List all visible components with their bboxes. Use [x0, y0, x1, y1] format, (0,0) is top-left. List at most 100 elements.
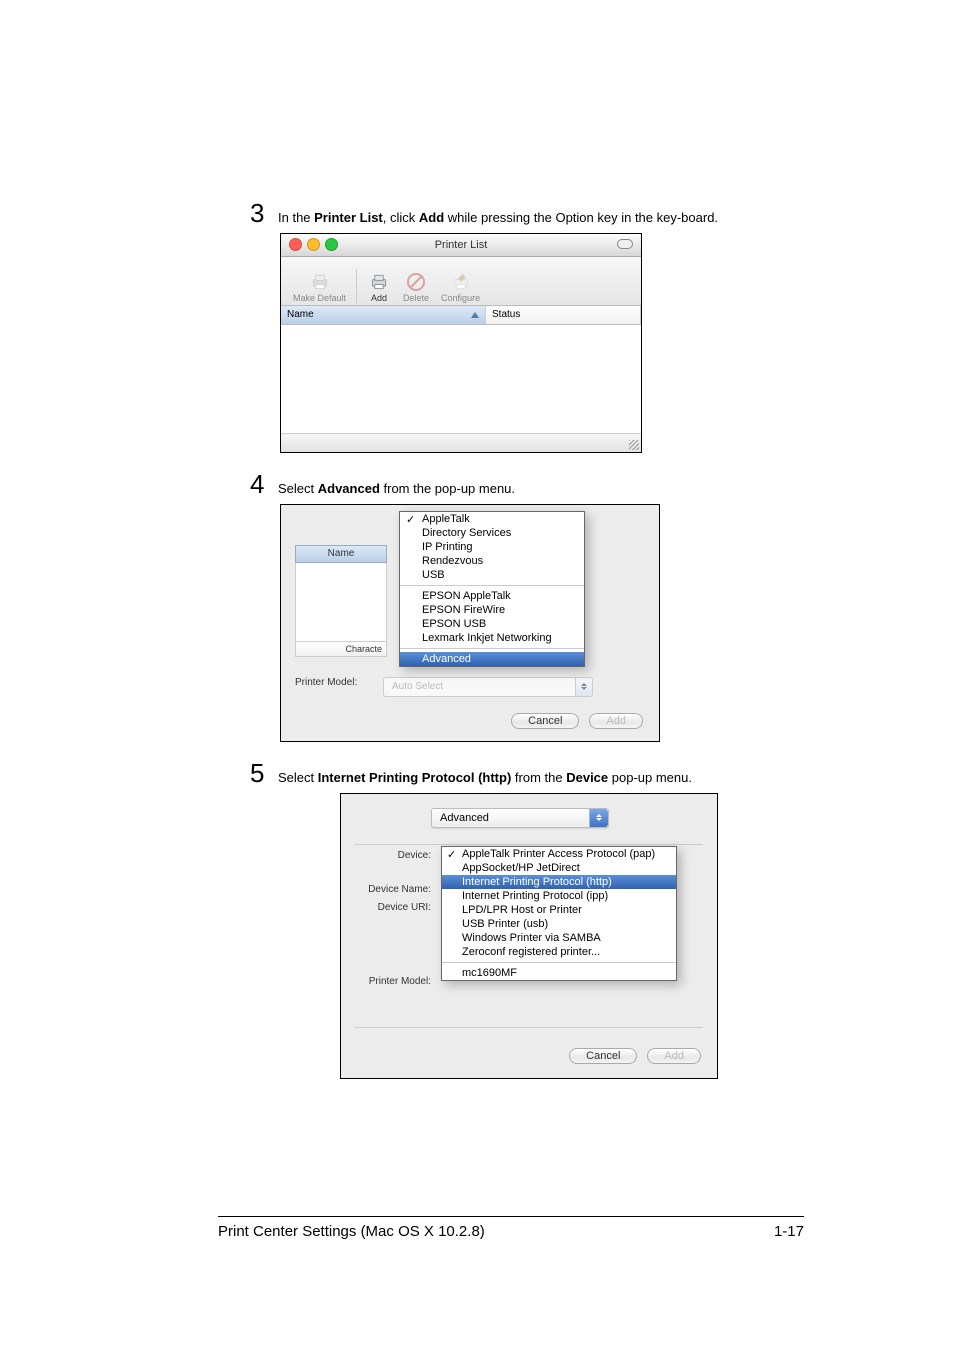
footer-page-number: 1-17	[774, 1223, 804, 1240]
menu-item-label: Internet Printing Protocol (ipp)	[462, 890, 608, 902]
menu-item[interactable]: EPSON USB	[400, 617, 584, 631]
step3-b2: Add	[419, 210, 444, 225]
configure-label: Configure	[441, 293, 480, 303]
name-list-area	[295, 563, 387, 642]
printer-list-window: Printer List Make Default Add	[280, 233, 642, 453]
menu-item[interactable]: USB	[400, 568, 584, 582]
connection-combo[interactable]: Advanced	[431, 808, 609, 828]
sort-ascending-icon	[471, 312, 479, 318]
menu-item-label: Zeroconf registered printer...	[462, 946, 600, 958]
step3-pre: In the	[278, 210, 314, 225]
menu-item[interactable]: USB Printer (usb)	[442, 917, 676, 931]
menu-item[interactable]: ✓AppleTalk	[400, 512, 584, 526]
step5-pre: Select	[278, 770, 318, 785]
column-name[interactable]: Name	[281, 306, 486, 324]
column-headers: Name Status	[281, 306, 641, 325]
menu-item-label: EPSON FireWire	[422, 604, 505, 616]
menu-item-label: EPSON AppleTalk	[422, 590, 511, 602]
step4-b1: Advanced	[318, 481, 380, 496]
menu-item[interactable]: mc1690MF	[442, 966, 676, 980]
menu-item-label: Rendezvous	[422, 555, 483, 567]
stepper-icon	[575, 678, 592, 696]
column-name-label: Name	[287, 309, 314, 320]
menu-item[interactable]: Rendezvous	[400, 554, 584, 568]
menu-item[interactable]: Advanced	[400, 652, 584, 666]
menu-item[interactable]: Lexmark Inkjet Networking	[400, 631, 584, 645]
character-label: Characte	[295, 642, 387, 657]
titlebar[interactable]: Printer List	[281, 234, 641, 257]
connection-combo-value: Advanced	[440, 812, 489, 824]
step-5-text: Select Internet Printing Protocol (http)…	[278, 760, 692, 787]
step3-b1: Printer List	[314, 210, 383, 225]
check-icon: ✓	[447, 848, 456, 861]
toolbar-toggle-icon[interactable]	[617, 239, 633, 249]
device-popup-menu[interactable]: ✓ AppleTalk Printer Access Protocol (pap)…	[441, 846, 677, 981]
menu-item[interactable]: LPD/LPR Host or Printer	[442, 903, 676, 917]
delete-button: Delete	[397, 263, 435, 303]
separator	[355, 844, 703, 845]
menu-separator	[400, 648, 584, 649]
step-5-number: 5	[250, 760, 268, 786]
menu-item-label: AppleTalk Printer Access Protocol (pap)	[462, 848, 655, 860]
step5-mid: from the	[511, 770, 566, 785]
printer-icon	[308, 271, 332, 293]
make-default-button: Make Default	[287, 263, 352, 303]
delete-label: Delete	[403, 293, 429, 303]
column-status[interactable]: Status	[486, 306, 641, 324]
menu-item-label: AppSocket/HP JetDirect	[462, 862, 580, 874]
menu-item-label: Lexmark Inkjet Networking	[422, 632, 552, 644]
resize-grip-icon[interactable]	[629, 440, 639, 450]
side-column: Name Characte	[295, 545, 387, 657]
divider-icon	[356, 269, 357, 303]
add-button[interactable]: Add	[361, 263, 397, 303]
menu-item[interactable]: Internet Printing Protocol (ipp)	[442, 889, 676, 903]
window-footer	[281, 434, 641, 452]
chevron-updown-icon	[589, 809, 608, 827]
advanced-sheet: Advanced Device: Device Name: Device URI…	[340, 793, 718, 1079]
step-3: 3 In the Printer List, click Add while p…	[250, 200, 804, 227]
menu-item[interactable]: EPSON AppleTalk	[400, 589, 584, 603]
menu-item[interactable]: IP Printing	[400, 540, 584, 554]
printer-model-label: Printer Model:	[351, 976, 431, 987]
connection-popup-menu[interactable]: ✓AppleTalkDirectory ServicesIP Printing R…	[399, 511, 585, 667]
menu-item[interactable]: Zeroconf registered printer...	[442, 945, 676, 959]
configure-icon	[449, 271, 473, 293]
menu-item[interactable]: EPSON FireWire	[400, 603, 584, 617]
step3-mid: , click	[383, 210, 419, 225]
menu-item[interactable]: AppSocket/HP JetDirect	[442, 861, 676, 875]
step5-b2: Device	[566, 770, 608, 785]
menu-item[interactable]: Directory Services	[400, 526, 584, 540]
menu-item[interactable]: ✓ AppleTalk Printer Access Protocol (pap)	[442, 847, 676, 861]
printer-model-value: Auto Select	[392, 681, 443, 692]
menu-item-label: LPD/LPR Host or Printer	[462, 904, 582, 916]
printer-model-select: Auto Select	[383, 677, 593, 697]
step3-post: while pressing the Option key in the key…	[444, 210, 718, 225]
menu-item[interactable]: Internet Printing Protocol (http)	[442, 875, 676, 889]
step-5: 5 Select Internet Printing Protocol (htt…	[250, 760, 804, 787]
add-printer-sheet: Name Characte Printer Model: Auto Select…	[280, 504, 660, 742]
separator	[355, 1027, 703, 1028]
menu-item-label: AppleTalk	[422, 513, 470, 525]
printer-model-label: Printer Model:	[295, 677, 357, 688]
menu-item-label: USB	[422, 569, 445, 581]
button-row: Cancel Add	[511, 713, 643, 729]
printer-list-area[interactable]	[281, 325, 641, 434]
add-button: Add	[589, 713, 643, 729]
cancel-button[interactable]: Cancel	[569, 1048, 637, 1064]
configure-button: Configure	[435, 263, 486, 303]
step4-pre: Select	[278, 481, 318, 496]
step-3-text: In the Printer List, click Add while pre…	[278, 200, 718, 227]
step5-b1: Internet Printing Protocol (http)	[318, 770, 512, 785]
printer-add-icon	[367, 271, 391, 293]
button-row: Cancel Add	[569, 1048, 701, 1064]
name-column-header[interactable]: Name	[295, 545, 387, 563]
cancel-button[interactable]: Cancel	[511, 713, 579, 729]
no-entry-icon	[404, 271, 428, 293]
menu-item-label: IP Printing	[422, 541, 473, 553]
device-name-label: Device Name:	[351, 884, 431, 895]
menu-item[interactable]: Windows Printer via SAMBA	[442, 931, 676, 945]
column-status-label: Status	[492, 309, 520, 320]
device-uri-label: Device URI:	[351, 902, 431, 913]
step-4-text: Select Advanced from the pop-up menu.	[278, 471, 515, 498]
page-footer: Print Center Settings (Mac OS X 10.2.8) …	[218, 1216, 804, 1240]
